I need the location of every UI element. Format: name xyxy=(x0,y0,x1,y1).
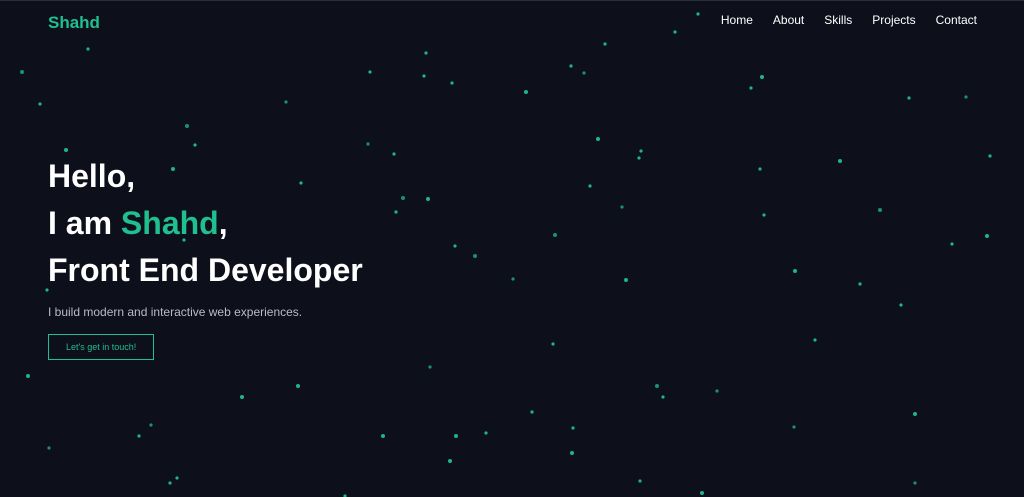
star-dot xyxy=(603,42,607,46)
star-dot xyxy=(26,374,30,378)
nav-link-home[interactable]: Home xyxy=(721,13,753,27)
star-dot xyxy=(392,152,396,156)
nav-link-projects[interactable]: Projects xyxy=(872,13,915,27)
star-dot xyxy=(284,100,288,104)
star-dot xyxy=(296,384,300,388)
nav-links: Home About Skills Projects Contact xyxy=(721,13,977,27)
star-dot xyxy=(394,210,398,214)
star-dot xyxy=(368,70,372,74)
star-dot xyxy=(899,303,903,307)
star-dot xyxy=(858,282,862,286)
star-dot xyxy=(524,90,528,94)
star-dot xyxy=(511,277,515,281)
hero-role: Front End Developer xyxy=(48,252,363,288)
star-dot xyxy=(813,338,817,342)
hero-section: Hello, I am Shahd, Front End Developer I… xyxy=(48,153,363,360)
hero-intro-prefix: I am xyxy=(48,205,121,241)
hero-greeting: Hello, xyxy=(48,158,136,194)
star-dot xyxy=(950,242,954,246)
nav-link-about[interactable]: About xyxy=(773,13,804,27)
star-dot xyxy=(792,425,796,429)
star-dot xyxy=(448,459,452,463)
hero-name: Shahd xyxy=(120,205,219,241)
star-dot xyxy=(715,389,719,393)
star-dot xyxy=(366,142,370,146)
star-dot xyxy=(450,81,454,85)
star-dot xyxy=(638,479,642,483)
star-dot xyxy=(137,434,141,438)
star-dot xyxy=(240,395,244,399)
star-dot xyxy=(596,137,600,141)
star-dot xyxy=(762,213,766,217)
star-dot xyxy=(988,154,992,158)
star-dot xyxy=(661,395,665,399)
star-dot xyxy=(624,278,628,282)
star-dot xyxy=(428,365,432,369)
star-dot xyxy=(473,254,477,258)
star-dot xyxy=(655,384,659,388)
nav-link-contact[interactable]: Contact xyxy=(936,13,977,27)
star-dot xyxy=(620,205,624,209)
star-dot xyxy=(793,269,797,273)
star-dot xyxy=(454,434,458,438)
nav-link-skills[interactable]: Skills xyxy=(824,13,852,27)
star-dot xyxy=(185,124,189,128)
star-dot xyxy=(175,476,179,480)
star-dot xyxy=(760,75,764,79)
navbar: Shahd Home About Skills Projects Contact xyxy=(0,1,1024,41)
star-dot xyxy=(47,446,51,450)
star-dot xyxy=(553,233,557,237)
star-dot xyxy=(913,481,917,485)
star-dot xyxy=(964,95,968,99)
star-dot xyxy=(639,149,643,153)
star-dot xyxy=(985,234,989,238)
star-dot xyxy=(758,167,762,171)
star-dot xyxy=(86,47,90,51)
star-dot xyxy=(749,86,753,90)
star-dot xyxy=(700,491,704,495)
star-dot xyxy=(582,71,586,75)
page: Shahd Home About Skills Projects Contact… xyxy=(0,0,1024,497)
star-dot xyxy=(426,197,430,201)
get-in-touch-button[interactable]: Let's get in touch! xyxy=(48,334,155,360)
star-dot xyxy=(637,156,641,160)
star-dot xyxy=(64,148,68,152)
star-dot xyxy=(149,423,153,427)
star-dot xyxy=(530,410,534,414)
hero-intro-suffix: , xyxy=(218,205,228,241)
star-dot xyxy=(424,51,428,55)
star-dot xyxy=(193,143,197,147)
star-dot xyxy=(551,342,555,346)
star-dot xyxy=(878,208,882,212)
hero-tagline: I build modern and interactive web exper… xyxy=(48,305,303,319)
star-dot xyxy=(484,431,488,435)
star-dot xyxy=(453,244,457,248)
star-dot xyxy=(168,481,172,485)
star-dot xyxy=(913,412,917,416)
star-dot xyxy=(381,434,385,438)
star-dot xyxy=(20,70,24,74)
hero-intro: I am Shahd, xyxy=(48,200,363,247)
star-dot xyxy=(422,74,426,78)
star-dot xyxy=(838,159,842,163)
star-dot xyxy=(401,196,405,200)
star-dot xyxy=(38,102,42,106)
star-dot xyxy=(570,451,574,455)
site-logo[interactable]: Shahd xyxy=(48,13,100,33)
star-dot xyxy=(571,426,575,430)
star-dot xyxy=(907,96,911,100)
star-dot xyxy=(569,64,573,68)
star-dot xyxy=(588,184,592,188)
